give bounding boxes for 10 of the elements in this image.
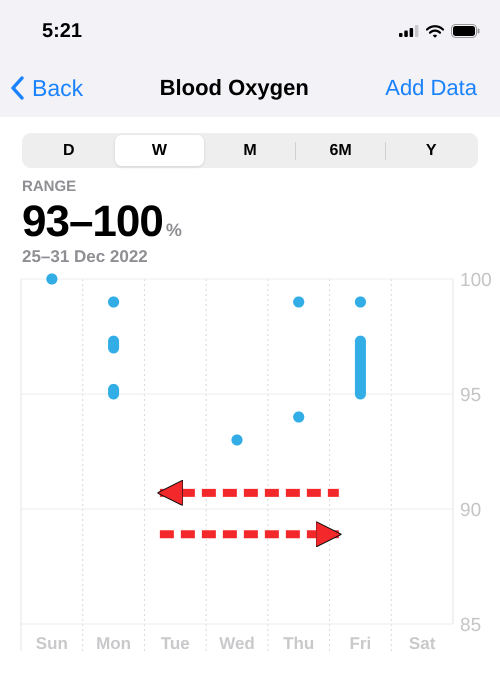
- y-axis-label: 85: [460, 615, 482, 636]
- screen-title: Blood Oxygen: [160, 75, 309, 101]
- range-value: 93–100: [22, 197, 163, 247]
- y-axis-label: 95: [460, 385, 482, 406]
- unit-label: %: [166, 220, 182, 241]
- status-time: 5:21: [42, 20, 82, 42]
- date-range: 25–31 Dec 2022: [22, 247, 149, 267]
- y-axis-label: 90: [460, 500, 482, 521]
- range-label: RANGE: [22, 178, 78, 195]
- y-axis-label: 100: [460, 271, 492, 291]
